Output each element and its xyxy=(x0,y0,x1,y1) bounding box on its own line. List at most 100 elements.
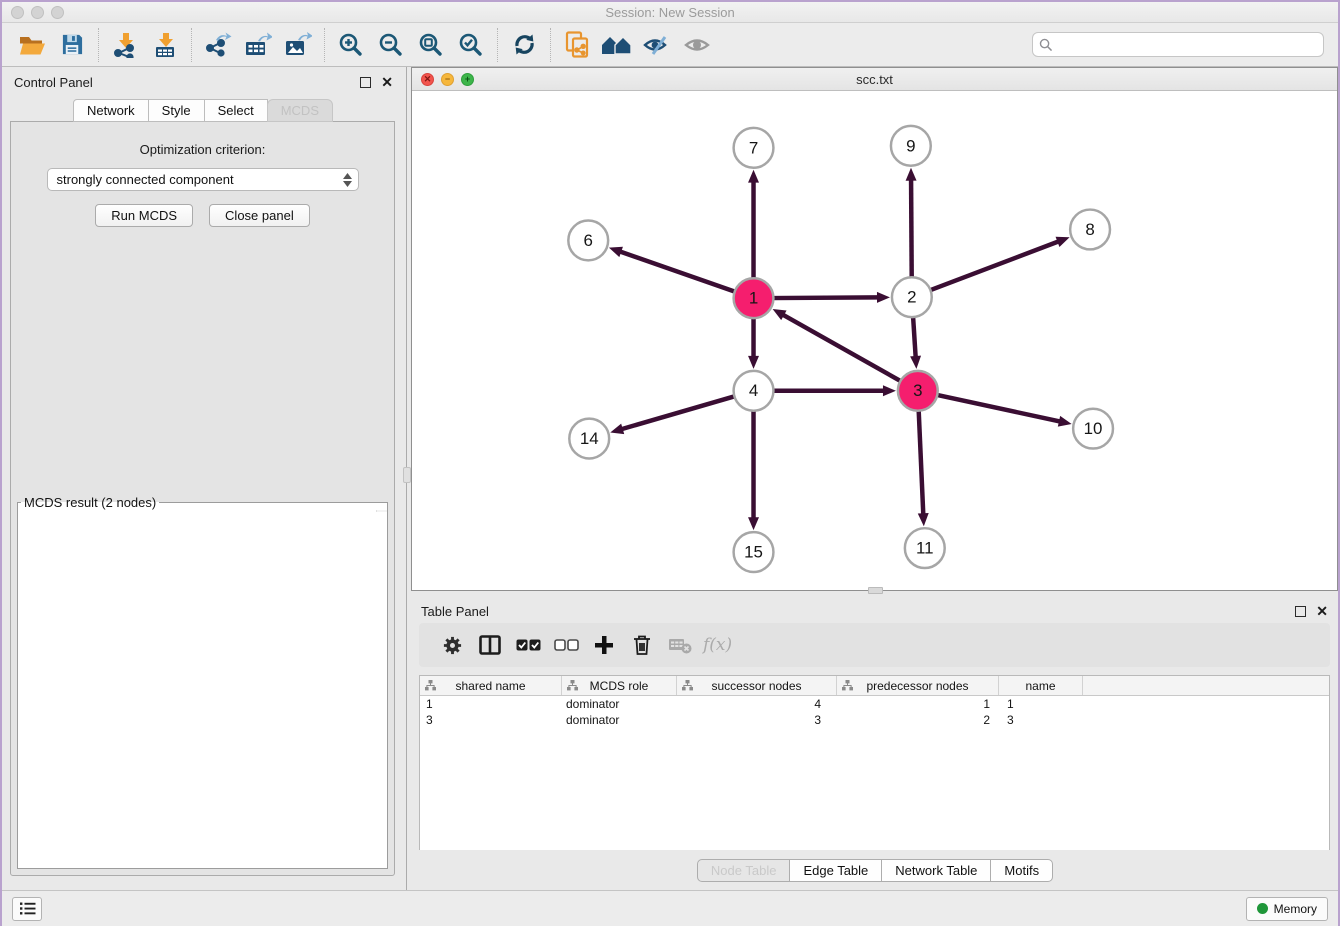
tab-node-table[interactable]: Node Table xyxy=(697,859,791,882)
cell-mcds-role[interactable]: dominator xyxy=(562,712,677,728)
open-session-icon[interactable] xyxy=(12,27,52,63)
toolbar-separator xyxy=(497,28,498,62)
column-header-mcds-role[interactable]: MCDS role xyxy=(562,676,677,695)
zoom-in-icon[interactable] xyxy=(331,27,371,63)
run-mcds-button[interactable]: Run MCDS xyxy=(95,204,193,227)
cell-shared-name[interactable]: 1 xyxy=(420,696,562,712)
graph-edge-arrowhead xyxy=(910,356,921,369)
add-column-icon[interactable] xyxy=(585,627,623,663)
show-all-networks-icon[interactable] xyxy=(597,27,637,63)
graph-edge-arrowhead xyxy=(748,170,759,183)
network-window-title: scc.txt xyxy=(412,72,1337,87)
graph-edge[interactable] xyxy=(935,395,1061,422)
network-view-window: scc.txt ✕ − + 7968124314101511 xyxy=(411,67,1338,591)
tab-network-table[interactable]: Network Table xyxy=(881,859,991,882)
clone-network-icon[interactable] xyxy=(557,27,597,63)
graph-edge[interactable] xyxy=(771,297,879,298)
graph-edge[interactable] xyxy=(929,241,1060,291)
graph-node-label: 3 xyxy=(913,381,922,400)
refresh-layout-icon[interactable] xyxy=(504,27,544,63)
hide-network-icon[interactable] xyxy=(637,27,677,63)
window-title: Session: New Session xyxy=(2,5,1338,20)
export-table-icon[interactable] xyxy=(238,27,278,63)
close-panel-button[interactable]: Close panel xyxy=(209,204,310,227)
column-header-name[interactable]: name xyxy=(999,676,1083,695)
task-history-button[interactable] xyxy=(12,897,42,921)
mcds-result-text[interactable]: 1 3 xyxy=(18,510,387,512)
mcds-result-title: MCDS result (2 nodes) xyxy=(21,495,159,510)
graph-node-label: 10 xyxy=(1084,419,1103,438)
memory-button[interactable]: Memory xyxy=(1246,897,1328,921)
deselect-all-rows-icon[interactable] xyxy=(547,627,585,663)
import-table-icon[interactable] xyxy=(145,27,185,63)
column-header-shared-name[interactable]: shared name xyxy=(420,676,562,695)
table-row[interactable]: 3 dominator 3 2 3 xyxy=(420,712,1329,728)
table-panel: Table Panel ✕ xyxy=(411,597,1338,890)
column-header-successor-nodes[interactable]: successor nodes xyxy=(677,676,837,695)
delete-columns-icon[interactable] xyxy=(623,627,661,663)
network-window-titlebar: scc.txt ✕ − + xyxy=(412,68,1337,91)
cell-predecessor-nodes[interactable]: 2 xyxy=(837,712,999,728)
tab-style[interactable]: Style xyxy=(148,99,205,122)
zoom-out-icon[interactable] xyxy=(371,27,411,63)
node-table: shared name MCDS role successor nodes xyxy=(419,675,1330,850)
column-header-filler xyxy=(1083,676,1329,695)
cell-name[interactable]: 3 xyxy=(999,712,1083,728)
toolbar-separator xyxy=(550,28,551,62)
graph-edge[interactable] xyxy=(911,179,912,280)
graph-edge[interactable] xyxy=(621,396,737,430)
export-image-icon[interactable] xyxy=(278,27,318,63)
toolbar-separator xyxy=(191,28,192,62)
select-all-rows-icon[interactable] xyxy=(509,627,547,663)
cell-name[interactable]: 1 xyxy=(999,696,1083,712)
graph-node-label: 9 xyxy=(906,136,915,155)
cell-successor-nodes[interactable]: 4 xyxy=(677,696,837,712)
delete-table-disabled-icon xyxy=(661,627,699,663)
zoom-selected-icon[interactable] xyxy=(451,27,491,63)
split-panel-icon[interactable] xyxy=(471,627,509,663)
cell-successor-nodes[interactable]: 3 xyxy=(677,712,837,728)
cell-mcds-role[interactable]: dominator xyxy=(562,696,677,712)
zoom-fit-icon[interactable] xyxy=(411,27,451,63)
close-panel-icon[interactable]: ✕ xyxy=(381,77,393,88)
float-panel-icon[interactable] xyxy=(360,77,371,88)
splitter-grip[interactable] xyxy=(403,467,411,483)
result-scrollbar[interactable] xyxy=(376,510,387,512)
main-toolbar xyxy=(2,23,1338,67)
float-table-panel-icon[interactable] xyxy=(1295,606,1306,617)
close-view-icon[interactable]: ✕ xyxy=(421,73,434,86)
zoom-view-icon[interactable]: + xyxy=(461,73,474,86)
tab-edge-table[interactable]: Edge Table xyxy=(789,859,882,882)
show-network-gray-icon[interactable] xyxy=(677,27,717,63)
minimize-view-icon[interactable]: − xyxy=(441,73,454,86)
tab-network[interactable]: Network xyxy=(73,99,149,122)
column-header-predecessor-nodes[interactable]: predecessor nodes xyxy=(837,676,999,695)
column-type-icon xyxy=(567,680,578,691)
graph-edge-arrowhead xyxy=(748,517,759,530)
canvas-resize-grip[interactable] xyxy=(868,587,883,594)
table-settings-gear-icon[interactable] xyxy=(433,627,471,663)
tab-select[interactable]: Select xyxy=(204,99,268,122)
toolbar-separator xyxy=(324,28,325,62)
tab-mcds[interactable]: MCDS xyxy=(267,99,333,122)
optimization-criterion-value: strongly connected component xyxy=(57,172,343,187)
import-network-icon[interactable] xyxy=(105,27,145,63)
vertical-splitter[interactable] xyxy=(403,67,411,890)
graph-edge[interactable] xyxy=(782,314,902,382)
graph-node-label: 14 xyxy=(580,429,599,448)
cell-predecessor-nodes[interactable]: 1 xyxy=(837,696,999,712)
tab-motifs[interactable]: Motifs xyxy=(990,859,1053,882)
close-table-panel-icon[interactable]: ✕ xyxy=(1316,606,1328,617)
export-network-icon[interactable] xyxy=(198,27,238,63)
table-row[interactable]: 1 dominator 4 1 1 xyxy=(420,696,1329,712)
search-input[interactable] xyxy=(1057,38,1317,52)
graph-edge[interactable] xyxy=(919,409,924,516)
network-canvas[interactable]: 7968124314101511 xyxy=(412,91,1337,590)
main-titlebar: Session: New Session xyxy=(2,2,1338,23)
optimization-criterion-select[interactable]: strongly connected component xyxy=(47,168,359,191)
save-session-icon[interactable] xyxy=(52,27,92,63)
search-field[interactable] xyxy=(1032,32,1324,57)
graph-edge[interactable] xyxy=(913,315,916,358)
graph-edge[interactable] xyxy=(619,251,736,292)
cell-shared-name[interactable]: 3 xyxy=(420,712,562,728)
